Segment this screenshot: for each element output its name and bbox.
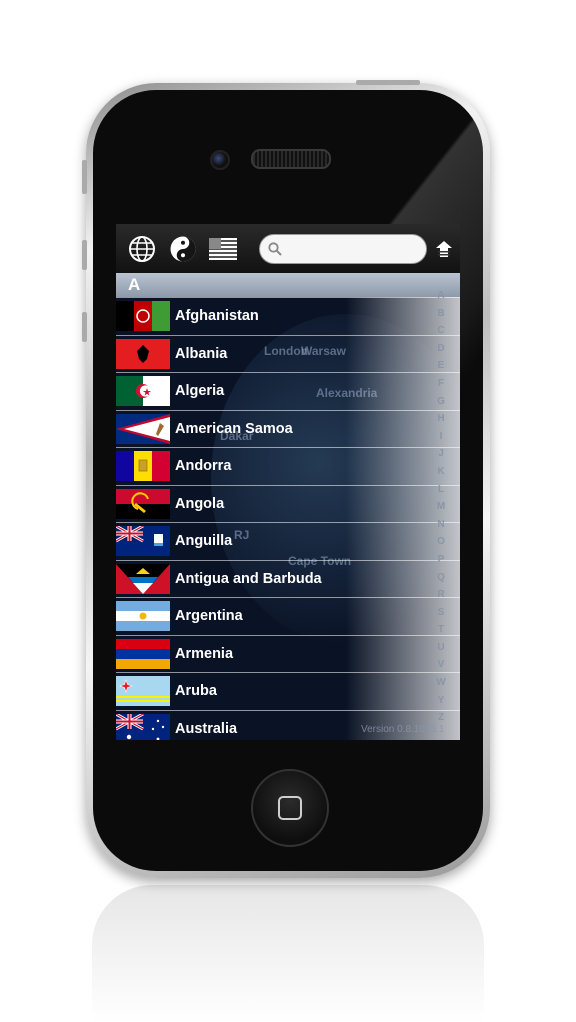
list-item-anguilla[interactable]: Anguilla bbox=[116, 522, 460, 560]
index-letter[interactable]: E bbox=[438, 357, 445, 375]
search-input[interactable] bbox=[286, 240, 420, 258]
anguilla-flag-icon bbox=[116, 526, 170, 557]
index-letter[interactable]: W bbox=[436, 674, 445, 692]
algeria-flag-icon bbox=[116, 376, 170, 407]
list-item-argentina[interactable]: Argentina bbox=[116, 597, 460, 635]
index-letter[interactable]: S bbox=[438, 604, 445, 622]
index-letter[interactable]: A bbox=[437, 287, 444, 305]
app-screen: London Warsaw Alexandria Dakar Cape Town… bbox=[116, 224, 460, 740]
volume-down-button[interactable] bbox=[82, 312, 87, 342]
front-camera bbox=[210, 150, 230, 170]
index-letter[interactable]: B bbox=[437, 305, 444, 323]
index-letter[interactable]: T bbox=[438, 621, 444, 639]
list-item-aruba[interactable]: Aruba bbox=[116, 672, 460, 710]
search-icon bbox=[268, 242, 282, 256]
country-name: Armenia bbox=[175, 645, 234, 662]
country-name: Algeria bbox=[175, 383, 225, 400]
mute-switch[interactable] bbox=[82, 160, 87, 194]
volume-up-button[interactable] bbox=[82, 240, 87, 270]
index-letter[interactable]: V bbox=[438, 656, 445, 674]
country-name: Australia bbox=[175, 720, 238, 737]
toolbar bbox=[116, 224, 460, 273]
country-name: American Samoa bbox=[175, 420, 293, 437]
index-letter[interactable]: O bbox=[437, 533, 445, 551]
angola-flag-icon bbox=[116, 488, 170, 519]
phone-reflection bbox=[92, 885, 484, 1022]
country-name: Andorra bbox=[175, 458, 232, 475]
index-letter[interactable]: I bbox=[440, 428, 443, 446]
yin-yang-icon[interactable] bbox=[169, 235, 197, 263]
albania-flag-icon bbox=[116, 338, 170, 369]
list-item-afghanistan[interactable]: Afghanistan bbox=[116, 297, 460, 335]
country-name: Anguilla bbox=[175, 533, 233, 550]
list-item-albania[interactable]: Albania bbox=[116, 334, 460, 373]
index-letter[interactable]: U bbox=[437, 639, 444, 657]
index-letter[interactable]: C bbox=[437, 322, 444, 340]
armenia-flag-icon bbox=[116, 638, 170, 669]
index-letter[interactable]: R bbox=[437, 586, 444, 604]
version-label: Version 0.8.1015.1 bbox=[361, 724, 445, 735]
home-square-icon bbox=[278, 796, 302, 820]
country-name: Aruba bbox=[175, 683, 217, 700]
section-index[interactable]: A B C D E F G H I J K L M N O P Q R S T … bbox=[434, 287, 448, 727]
country-name: Antigua and Barbuda bbox=[175, 570, 322, 587]
home-button[interactable] bbox=[251, 769, 329, 847]
index-letter[interactable]: P bbox=[438, 551, 445, 569]
australia-flag-icon bbox=[116, 713, 170, 740]
index-letter[interactable]: F bbox=[438, 375, 444, 393]
index-letter[interactable]: K bbox=[437, 463, 444, 481]
country-name: Albania bbox=[175, 345, 228, 362]
antigua-and-barbuda-flag-icon bbox=[116, 563, 170, 594]
index-letter[interactable]: G bbox=[437, 393, 445, 411]
aruba-flag-icon bbox=[116, 676, 170, 707]
list-item-antigua-and-barbuda[interactable]: Antigua and Barbuda bbox=[116, 559, 460, 598]
us-flag-icon[interactable] bbox=[209, 235, 237, 263]
index-letter[interactable]: H bbox=[437, 410, 444, 428]
index-letter[interactable]: J bbox=[438, 445, 444, 463]
index-letter[interactable]: D bbox=[437, 340, 444, 358]
american-samoa-flag-icon bbox=[116, 413, 170, 444]
list-item-armenia[interactable]: Armenia bbox=[116, 634, 460, 673]
argentina-flag-icon bbox=[116, 601, 170, 632]
index-letter[interactable]: N bbox=[437, 516, 444, 534]
earpiece-speaker bbox=[251, 149, 331, 169]
section-header-a: A bbox=[116, 273, 460, 297]
list-item-angola[interactable]: Angola bbox=[116, 484, 460, 523]
index-letter[interactable]: Q bbox=[437, 569, 445, 587]
sleep-button[interactable] bbox=[356, 80, 420, 85]
andorra-flag-icon bbox=[116, 451, 170, 482]
list-item-american-samoa[interactable]: American Samoa bbox=[116, 409, 460, 448]
list-item-andorra[interactable]: Andorra bbox=[116, 447, 460, 485]
index-letter[interactable]: M bbox=[437, 498, 445, 516]
index-letter[interactable]: L bbox=[438, 481, 444, 499]
country-name: Afghanistan bbox=[175, 308, 259, 325]
globe-icon[interactable] bbox=[128, 235, 156, 263]
country-name: Angola bbox=[175, 495, 225, 512]
home-icon[interactable] bbox=[434, 235, 454, 263]
country-list: Afghanistan Albania Algeria American Sam… bbox=[116, 297, 460, 740]
search-field[interactable] bbox=[259, 234, 427, 264]
afghanistan-flag-icon bbox=[116, 301, 170, 332]
index-letter[interactable]: Y bbox=[438, 692, 445, 710]
list-item-algeria[interactable]: Algeria bbox=[116, 372, 460, 410]
country-name: Argentina bbox=[175, 608, 243, 625]
